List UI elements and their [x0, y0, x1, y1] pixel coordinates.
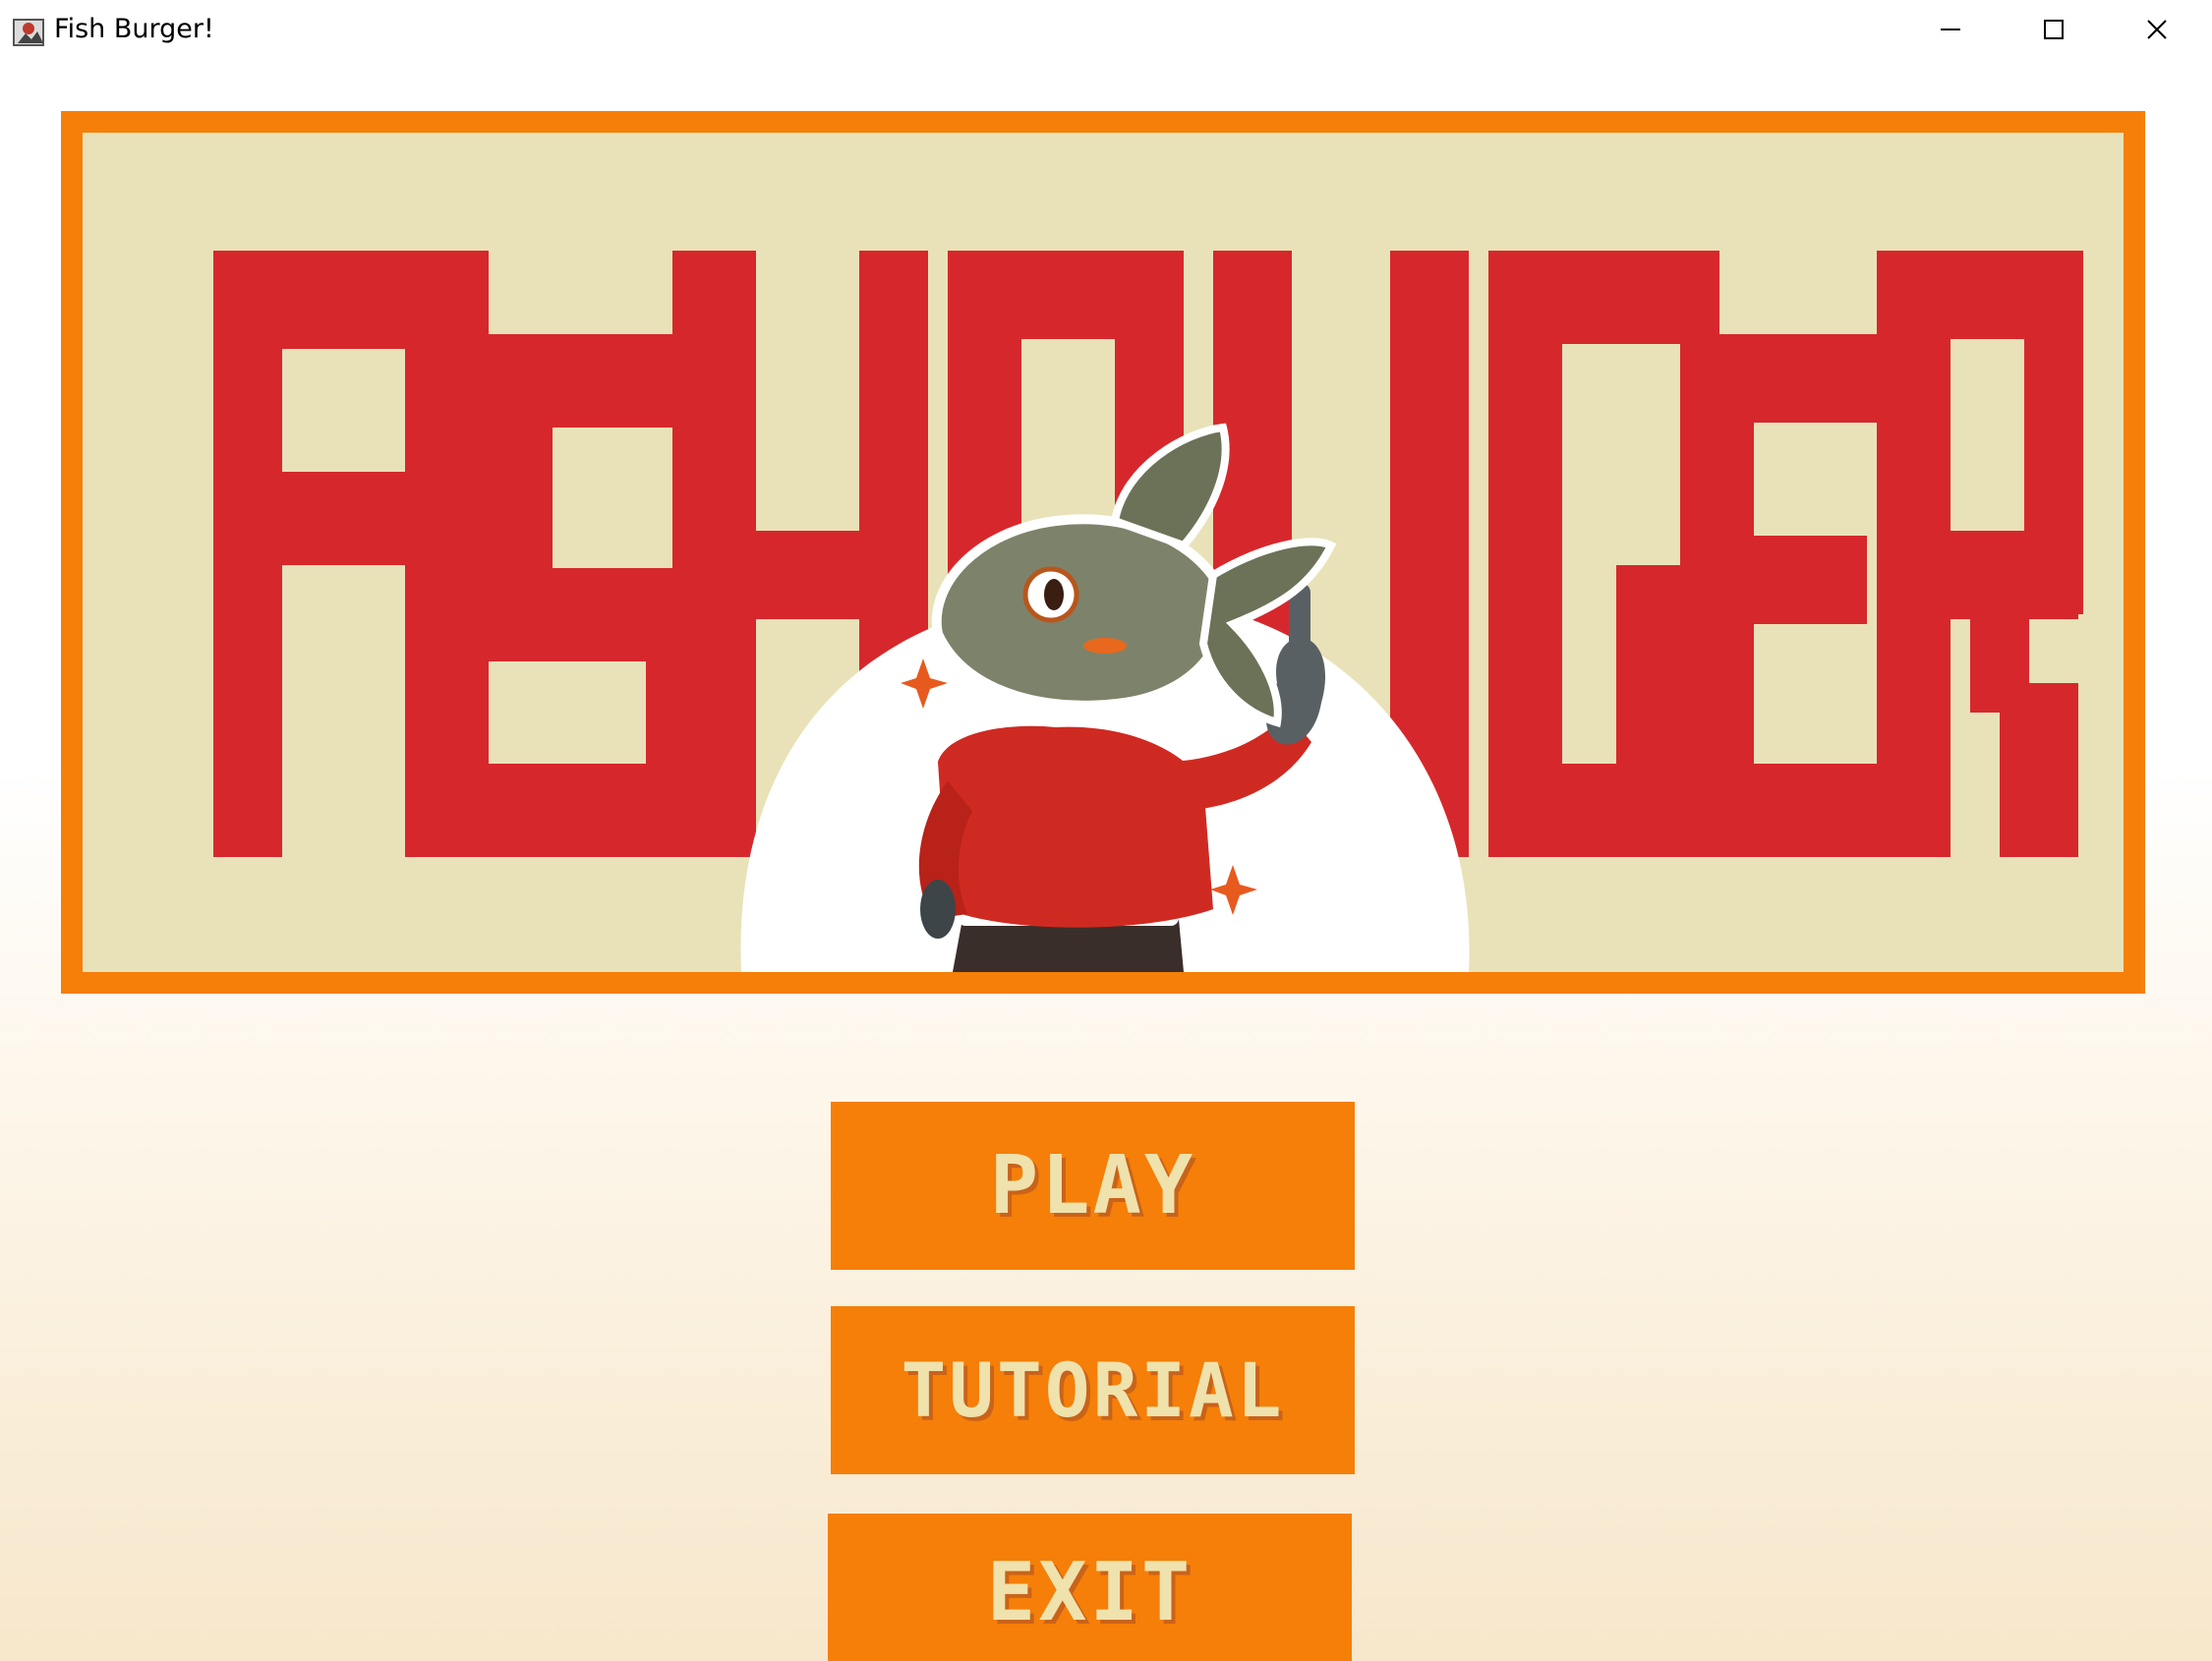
- play-button-label: PLAY: [989, 1139, 1196, 1232]
- play-button[interactable]: PLAY: [831, 1102, 1355, 1270]
- maximize-icon: [2044, 20, 2064, 39]
- tutorial-button[interactable]: TUTORIAL: [831, 1306, 1355, 1474]
- app-icon: [13, 19, 44, 46]
- exit-button-label: EXIT: [986, 1545, 1193, 1639]
- close-icon: [2147, 20, 2167, 39]
- window-title: Fish Burger!: [54, 14, 214, 44]
- game-window: Fish Burger! PLAY TUTORIAL EXIT: [0, 0, 2212, 1661]
- tutorial-button-label: TUTORIAL: [901, 1346, 1285, 1434]
- close-button[interactable]: [2106, 0, 2208, 59]
- exit-button[interactable]: EXIT: [828, 1514, 1352, 1661]
- title-banner-panel: [83, 133, 2124, 972]
- title-banner: [61, 111, 2145, 994]
- title-bar: Fish Burger!: [0, 0, 2212, 63]
- maximize-button[interactable]: [2003, 0, 2105, 59]
- minimize-icon: [1941, 29, 1960, 30]
- fish-mascot: [740, 423, 1470, 972]
- minimize-button[interactable]: [1899, 0, 2002, 59]
